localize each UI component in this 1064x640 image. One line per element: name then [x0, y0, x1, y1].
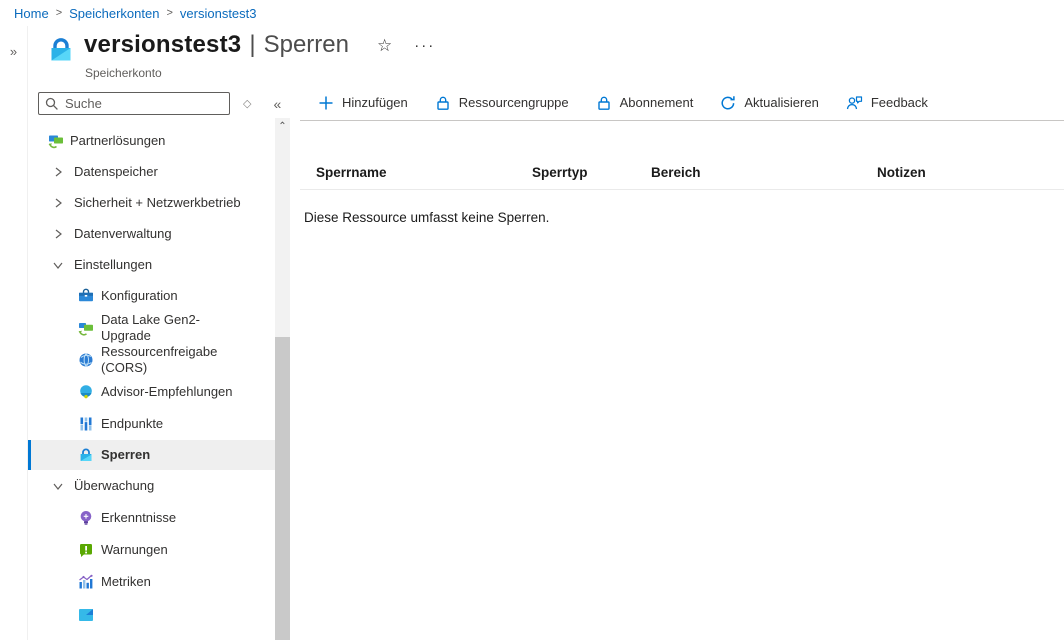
- sidebar-item-label: Warnungen: [101, 542, 168, 558]
- breadcrumb-versionstest3[interactable]: versionstest3: [180, 6, 257, 21]
- chevron-right-icon: [52, 197, 68, 209]
- feedback-icon: [846, 95, 863, 111]
- subscription-lock-button[interactable]: Abonnement: [596, 95, 694, 111]
- cors-globe-icon: [78, 352, 94, 368]
- lock-outline-icon: [596, 95, 612, 111]
- alerts-icon: [78, 542, 94, 558]
- expand-panel-icon[interactable]: »: [0, 44, 27, 59]
- sidebar-item-partnerloesungen[interactable]: Partnerlösungen: [28, 125, 276, 156]
- sidebar-menu: Partnerlösungen Datenspeicher Sicherheit…: [28, 125, 276, 630]
- sidebar-item-label: Überwachung: [74, 478, 154, 493]
- lock-outline-icon: [435, 95, 451, 111]
- sidebar-item-endpunkte[interactable]: Endpunkte: [28, 408, 276, 440]
- locks-table-header: Sperrname Sperrtyp Bereich Notizen: [300, 155, 1064, 190]
- sidebar-item-label: Datenspeicher: [74, 164, 158, 179]
- sidebar-item-label: Ressourcenfreigabe (CORS): [101, 344, 217, 376]
- breadcrumb-separator: >: [166, 7, 172, 19]
- advisor-icon: [78, 384, 94, 400]
- search-input[interactable]: [38, 92, 230, 115]
- sidebar-item-advisor-empfehlungen[interactable]: Advisor-Empfehlungen: [28, 376, 276, 408]
- sidebar-item-sicherheit-netzwerkbetrieb[interactable]: Sicherheit + Netzwerkbetrieb: [28, 187, 276, 218]
- toolbar-button-label: Aktualisieren: [744, 95, 818, 110]
- sidebar-scrollbar[interactable]: ⌃: [275, 118, 290, 640]
- collapse-menu-icon[interactable]: «: [273, 96, 281, 112]
- main-content: Hinzufügen Ressourcengruppe Abonnement A…: [300, 85, 1064, 640]
- metrics-chart-icon: [78, 574, 94, 590]
- sidebar-item-label: Data Lake Gen2- Upgrade: [101, 312, 200, 344]
- assist-diamond-icon[interactable]: ◇: [243, 97, 251, 110]
- lock-resource-icon: [46, 35, 76, 65]
- chevron-down-icon: [52, 480, 68, 492]
- breadcrumb: Home > Speicherkonten > versionstest3: [0, 0, 1064, 26]
- sidebar-item-sperren[interactable]: Sperren: [28, 440, 276, 470]
- resource-type-label: Speicherkonto: [85, 66, 162, 80]
- breadcrumb-speicherkonten[interactable]: Speicherkonten: [69, 6, 159, 21]
- sidebar-item-label: Endpunkte: [101, 416, 163, 432]
- sidebar-item-label: Sperren: [101, 447, 150, 463]
- sidebar-item-label: Metriken: [101, 574, 151, 590]
- lock-icon: [78, 447, 94, 463]
- sidebar-item-metriken[interactable]: Metriken: [28, 566, 276, 598]
- toolbar-button-label: Abonnement: [620, 95, 694, 110]
- sidebar-item-label: Konfiguration: [101, 288, 178, 304]
- refresh-icon: [720, 95, 736, 111]
- column-header-sperrtyp: Sperrtyp: [532, 165, 651, 180]
- chevron-down-icon: [52, 259, 68, 271]
- sidebar-item-datenverwaltung[interactable]: Datenverwaltung: [28, 218, 276, 249]
- toolbar: Hinzufügen Ressourcengruppe Abonnement A…: [300, 85, 1064, 121]
- partner-solutions-icon: [48, 133, 64, 149]
- insights-bulb-icon: [78, 510, 94, 526]
- sidebar-item-einstellungen[interactable]: Einstellungen: [28, 249, 276, 280]
- add-button[interactable]: Hinzufügen: [318, 95, 408, 111]
- page-title: versionstest3: [84, 31, 241, 59]
- sidebar-item-datenspeicher[interactable]: Datenspeicher: [28, 156, 276, 187]
- sidebar-item-label: Einstellungen: [74, 257, 152, 272]
- toolbar-button-label: Hinzufügen: [342, 95, 408, 110]
- sidebar-item-erkenntnisse[interactable]: Erkenntnisse: [28, 501, 276, 534]
- sidebar-item-warnungen[interactable]: Warnungen: [28, 534, 276, 566]
- sidebar-item-label: Erkenntnisse: [101, 510, 176, 526]
- sidebar-item-label: Datenverwaltung: [74, 226, 172, 241]
- feedback-button[interactable]: Feedback: [846, 95, 928, 111]
- more-options-icon[interactable]: ···: [414, 38, 435, 53]
- column-header-notizen: Notizen: [877, 165, 1064, 180]
- empty-state-message: Diese Ressource umfasst keine Sperren.: [300, 210, 1064, 225]
- toolbar-button-label: Ressourcengruppe: [459, 95, 569, 110]
- column-header-bereich: Bereich: [651, 165, 877, 180]
- configuration-icon: [78, 288, 94, 304]
- resource-group-lock-button[interactable]: Ressourcengruppe: [435, 95, 569, 111]
- sidebar-item-partial[interactable]: [28, 598, 276, 630]
- chevron-right-icon: [52, 228, 68, 240]
- sidebar-item-data-lake-gen2-upgrade[interactable]: Data Lake Gen2- Upgrade: [28, 312, 276, 344]
- endpoints-icon: [78, 416, 94, 432]
- sidebar-item-label: Sicherheit + Netzwerkbetrieb: [74, 195, 241, 210]
- sidebar-item-ueberwachung[interactable]: Überwachung: [28, 470, 276, 501]
- data-lake-upgrade-icon: [78, 320, 94, 336]
- workbooks-icon: [78, 609, 94, 625]
- sidebar-item-konfiguration[interactable]: Konfiguration: [28, 280, 276, 312]
- refresh-button[interactable]: Aktualisieren: [720, 95, 818, 111]
- scrollbar-up-arrow-icon[interactable]: ⌃: [275, 118, 290, 132]
- left-collapse-strip: »: [0, 26, 28, 640]
- blade-title: Sperren: [264, 31, 349, 59]
- sidebar-item-ressourcenfreigabe-cors[interactable]: Ressourcenfreigabe (CORS): [28, 344, 276, 376]
- breadcrumb-home[interactable]: Home: [14, 6, 49, 21]
- title-separator: |: [249, 31, 255, 59]
- sidebar-scrollbar-thumb[interactable]: [275, 337, 290, 640]
- sidebar: ◇ « Partnerlösungen Datenspeicher: [28, 85, 292, 640]
- sidebar-item-label: Advisor-Empfehlungen: [101, 384, 233, 400]
- chevron-right-icon: [52, 166, 68, 178]
- toolbar-button-label: Feedback: [871, 95, 928, 110]
- plus-icon: [318, 95, 334, 111]
- blade-header: versionstest3 | Sperren ☆ ··· Speicherko…: [28, 26, 1064, 85]
- breadcrumb-separator: >: [56, 7, 62, 19]
- search-icon: [44, 96, 60, 112]
- favorite-star-icon[interactable]: ☆: [377, 37, 392, 54]
- column-header-sperrname: Sperrname: [300, 165, 532, 180]
- sidebar-item-label: Partnerlösungen: [70, 133, 165, 148]
